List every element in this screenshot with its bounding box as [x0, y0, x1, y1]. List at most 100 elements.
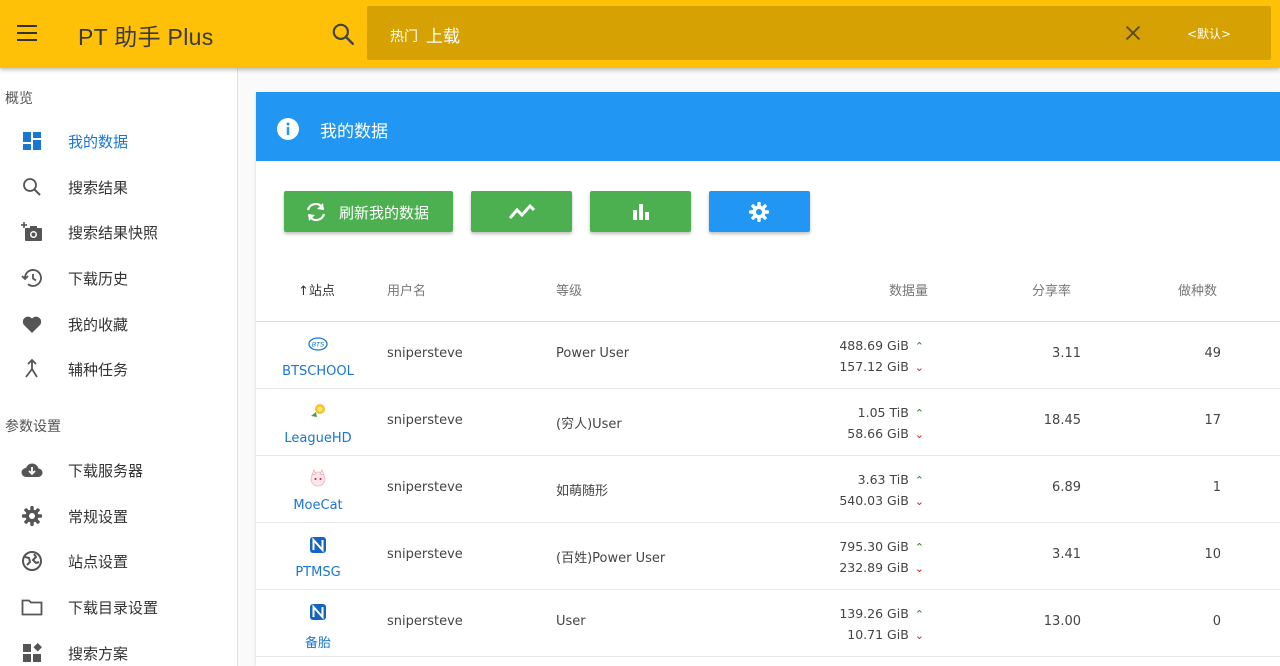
- sidebar-item-label: 我的数据: [68, 133, 129, 151]
- table-row: PTMSG snipersteve (百姓)Power User 795.30 …: [256, 523, 1280, 590]
- ratio-cell: 18.45: [1043, 413, 1081, 428]
- heart-icon: [22, 316, 42, 333]
- level-cell: 如萌随形: [556, 484, 609, 499]
- site-link[interactable]: BTS BTSCHOOL: [274, 322, 362, 388]
- search-scheme-button[interactable]: <默认>: [1187, 25, 1231, 42]
- ratio-cell: 6.89: [1052, 480, 1081, 495]
- sidebar-item-label: 下载目录设置: [68, 599, 159, 617]
- card-header: 我的数据: [256, 92, 1280, 161]
- bar-chart-button[interactable]: [590, 191, 691, 232]
- info-icon: [277, 118, 299, 140]
- arrow-down-icon: ⌄: [914, 428, 924, 441]
- upload-amount: 3.63 TiB: [857, 472, 909, 487]
- gear-icon: [749, 202, 769, 222]
- dashboard-icon: [23, 132, 41, 150]
- trend-chart-button[interactable]: [471, 191, 572, 232]
- search-icon[interactable]: [330, 21, 356, 47]
- close-icon[interactable]: [1122, 22, 1144, 44]
- arrow-down-icon: ⌄: [914, 629, 924, 642]
- seeds-cell: 17: [1204, 413, 1221, 428]
- data-cell: 795.30 GiB ⌃ 232.89 GiB ⌄: [839, 537, 924, 579]
- download-amount: 157.12 GiB: [839, 359, 909, 374]
- sidebar-item-label: 搜索结果: [68, 179, 129, 197]
- download-amount: 232.89 GiB: [839, 560, 909, 575]
- data-cell: 139.26 GiB ⌃ 10.71 GiB ⌄: [839, 604, 924, 646]
- column-header-ratio[interactable]: 分享率: [1032, 280, 1071, 299]
- arrow-down-icon: ⌄: [914, 495, 924, 508]
- sidebar-item-favorites[interactable]: 我的收藏: [0, 302, 237, 346]
- refresh-data-button[interactable]: 刷新我的数据: [284, 191, 453, 232]
- download-amount: 540.03 GiB: [839, 493, 909, 508]
- arrow-up-icon: ⌃: [914, 541, 924, 554]
- sidebar-item-download-servers[interactable]: 下载服务器: [0, 448, 237, 492]
- username-cell: snipersteve: [387, 547, 463, 562]
- column-header-data[interactable]: 数据量: [889, 280, 928, 299]
- seeds-cell: 1: [1212, 480, 1221, 495]
- upload-amount: 488.69 GiB: [839, 338, 909, 353]
- username-cell: snipersteve: [387, 346, 463, 361]
- camera-add-icon: [21, 222, 42, 241]
- search-input[interactable]: 热门 上载 <默认>: [367, 6, 1271, 60]
- menu-icon[interactable]: [14, 20, 42, 48]
- column-header-seeds[interactable]: 做种数: [1178, 280, 1217, 299]
- upload-amount: 1.05 TiB: [857, 405, 909, 420]
- arrow-up-icon: ⌃: [914, 608, 924, 621]
- my-data-card: 我的数据 刷新我的数据 ↑站点 用户名 等级 数据量 分享率 做种数 BTS B…: [256, 92, 1280, 666]
- sidebar-item-reseed-tasks[interactable]: 辅种任务: [0, 347, 237, 391]
- sidebar-item-my-data[interactable]: 我的数据: [0, 119, 237, 163]
- column-header-level[interactable]: 等级: [556, 280, 582, 299]
- folder-icon: [21, 599, 43, 616]
- app-title: PT 助手 Plus: [78, 24, 214, 50]
- username-cell: snipersteve: [387, 480, 463, 495]
- sidebar-item-general-settings[interactable]: 常规设置: [0, 494, 237, 538]
- sidebar-item-search-snapshots[interactable]: 搜索结果快照: [0, 210, 237, 254]
- sidebar-item-search-schemes[interactable]: 搜索方案: [0, 631, 237, 666]
- level-cell: (百姓)Power User: [556, 551, 666, 566]
- table-header: ↑站点 用户名 等级 数据量 分享率 做种数: [256, 256, 1280, 322]
- history-icon: [21, 269, 42, 287]
- refresh-icon: [306, 202, 326, 222]
- cloud-download-icon: [21, 463, 43, 478]
- app-bar: PT 助手 Plus 热门 上载 <默认>: [0, 0, 1280, 68]
- refresh-data-label: 刷新我的数据: [339, 204, 430, 222]
- bar-chart-icon: [633, 204, 649, 220]
- moecat-logo-icon: [310, 469, 326, 487]
- globe-icon: [22, 551, 42, 571]
- site-link[interactable]: LeagueHD: [274, 389, 362, 455]
- sidebar-item-site-settings[interactable]: 站点设置: [0, 539, 237, 583]
- beitai-logo-icon: [310, 604, 326, 620]
- sidebar-item-label: 搜索结果快照: [68, 224, 159, 242]
- arrow-up-icon: ⌃: [914, 407, 924, 420]
- site-name: 备胎: [304, 636, 331, 651]
- ptmsg-logo-icon: [310, 537, 326, 553]
- arrow-up-icon: ⌃: [914, 474, 924, 487]
- level-cell: User: [556, 614, 586, 629]
- level-cell: (穷人)User: [556, 417, 622, 432]
- site-name: MoeCat: [293, 498, 343, 513]
- ratio-cell: 3.41: [1052, 547, 1081, 562]
- sidebar-item-download-history[interactable]: 下载历史: [0, 256, 237, 300]
- sidebar-item-label: 站点设置: [68, 553, 129, 571]
- sidebar-item-search-results[interactable]: 搜索结果: [0, 165, 237, 209]
- site-link[interactable]: PTMSG: [274, 523, 362, 589]
- site-link[interactable]: MoeCat: [274, 456, 362, 522]
- settings-button[interactable]: [709, 191, 810, 232]
- upload-amount: 139.26 GiB: [839, 606, 909, 621]
- arrow-up-icon: ⌃: [914, 340, 924, 353]
- sidebar-item-label: 搜索方案: [68, 645, 129, 663]
- trending-icon: [508, 203, 536, 219]
- ratio-cell: 3.11: [1052, 346, 1081, 361]
- sidebar-item-label: 下载历史: [68, 270, 129, 288]
- sidebar-section-overview: 概览: [5, 91, 33, 107]
- svg-text:BTS: BTS: [312, 341, 325, 349]
- column-header-username[interactable]: 用户名: [387, 280, 426, 299]
- sidebar-item-download-directories[interactable]: 下载目录设置: [0, 585, 237, 629]
- sidebar-item-label: 常规设置: [68, 508, 129, 526]
- column-header-site[interactable]: ↑站点: [298, 280, 335, 299]
- table-row: LeagueHD snipersteve (穷人)User 1.05 TiB ⌃ …: [256, 389, 1280, 456]
- site-link[interactable]: 备胎: [274, 590, 362, 656]
- username-cell: snipersteve: [387, 614, 463, 629]
- leaguehd-logo-icon: [311, 404, 325, 417]
- level-cell: Power User: [556, 346, 630, 361]
- card-title: 我的数据: [320, 122, 388, 142]
